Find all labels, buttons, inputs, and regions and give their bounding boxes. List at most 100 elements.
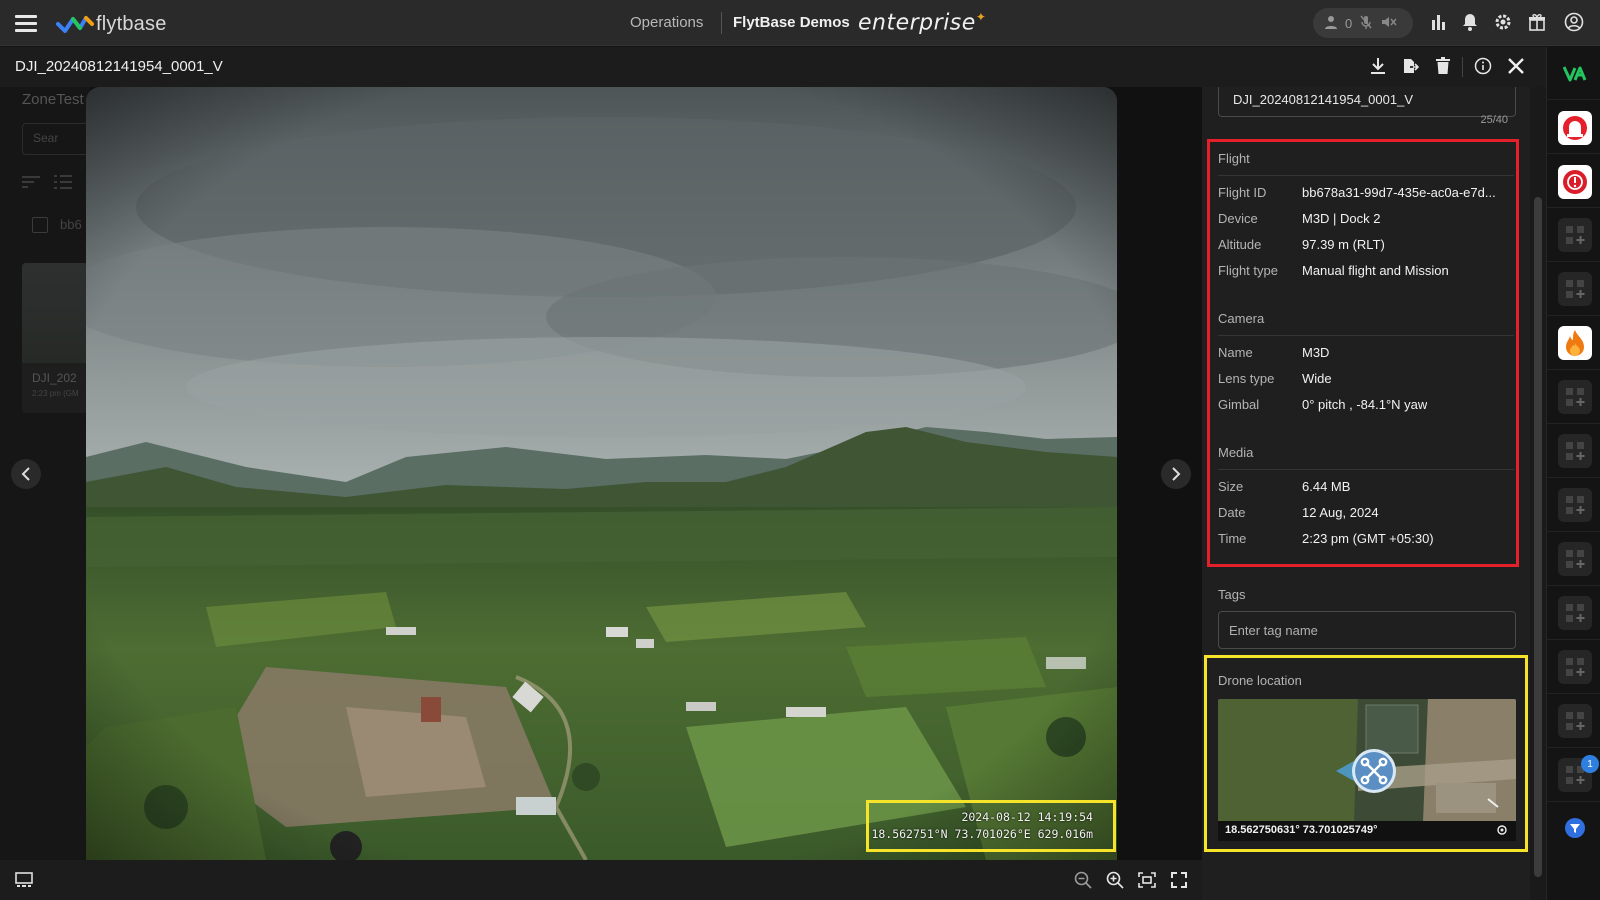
drone-location-coordinates: 18.562750631° 73.701025749° <box>1218 821 1516 841</box>
section-divider <box>1218 335 1514 336</box>
flytbase-logo[interactable]: flytbase <box>56 12 167 36</box>
add-widget-icon[interactable] <box>1558 488 1592 522</box>
audio-status-pill[interactable]: 0 <box>1313 8 1413 38</box>
nav-operations-link[interactable]: Operations <box>630 14 703 31</box>
add-widget-icon[interactable] <box>1558 380 1592 414</box>
account-icon[interactable] <box>1563 11 1585 33</box>
gift-icon[interactable] <box>1526 11 1548 33</box>
altitude-label: Altitude <box>1218 237 1262 252</box>
fit-screen-icon[interactable] <box>1137 870 1157 890</box>
analytics-icon[interactable] <box>1428 11 1450 33</box>
lens-type-value: Wide <box>1302 371 1332 386</box>
overlay-timestamp: 2024-08-12 14:19:54 <box>961 810 1093 824</box>
edition-label: enterprise✦ <box>858 10 987 36</box>
background-row-text: bb6 <box>60 217 82 232</box>
name-char-count: 25/40 <box>1480 114 1508 126</box>
gear-icon[interactable] <box>1492 11 1514 33</box>
add-widget-icon[interactable] <box>1558 218 1592 252</box>
scrollbar-thumb[interactable] <box>1534 197 1542 877</box>
background-search-field: Sear <box>22 123 92 155</box>
fullscreen-icon[interactable] <box>1169 870 1189 890</box>
user-count: 0 <box>1345 15 1353 31</box>
background-card-title: DJI_202 <box>32 371 77 385</box>
altitude-value: 97.39 m (RLT) <box>1302 237 1385 252</box>
speaker-off-icon[interactable] <box>1380 14 1398 33</box>
info-icon[interactable] <box>1472 55 1494 77</box>
filter-icon[interactable] <box>1558 811 1592 845</box>
device-value: M3D | Dock 2 <box>1302 211 1381 226</box>
logo-text: flytbase <box>96 12 167 35</box>
camera-name-value: M3D <box>1302 345 1330 360</box>
add-widget-icon[interactable] <box>1558 542 1592 576</box>
right-widget-rail: 1 <box>1546 47 1600 900</box>
gimbal-value: 0° pitch , -84.1°N yaw <box>1302 397 1428 412</box>
background-card-subtitle: 2:23 pm (GM <box>32 389 79 398</box>
next-media-button[interactable] <box>1161 459 1191 489</box>
select-checkbox <box>32 217 48 233</box>
alert-badge-icon[interactable] <box>1558 165 1592 199</box>
notification-badge: 1 <box>1581 755 1599 773</box>
size-value: 6.44 MB <box>1302 479 1351 494</box>
date-value: 12 Aug, 2024 <box>1302 505 1379 520</box>
date-label: Date <box>1218 505 1246 520</box>
background-search-text: Sear <box>33 131 59 145</box>
lens-type-label: Lens type <box>1218 371 1275 386</box>
photo-overlay-highlight: 2024-08-12 14:19:54 18.562751°N 73.70102… <box>866 800 1116 852</box>
device-label: Device <box>1218 211 1258 226</box>
logo-mark-icon <box>56 16 94 33</box>
sort-icon <box>22 175 42 189</box>
edition-text: enterprise <box>858 10 976 36</box>
drone-location-map[interactable] <box>1218 699 1516 823</box>
previous-media-button[interactable] <box>11 459 41 489</box>
close-icon[interactable] <box>1505 55 1527 77</box>
tags-label: Tags <box>1218 587 1246 602</box>
tag-input[interactable] <box>1218 611 1516 649</box>
add-widget-icon[interactable] <box>1558 650 1592 684</box>
locate-icon[interactable] <box>1496 824 1508 839</box>
camera-section-title: Camera <box>1218 311 1265 326</box>
mic-off-icon[interactable] <box>1358 14 1374 33</box>
flight-section-title: Flight <box>1218 151 1250 166</box>
file-title: DJI_20240812141954_0001_V <box>15 58 223 75</box>
menu-icon[interactable] <box>15 15 37 32</box>
add-widget-icon[interactable] <box>1558 704 1592 738</box>
camera-name-label: Name <box>1218 345 1253 360</box>
add-widget-icon[interactable] <box>1558 434 1592 468</box>
drone-photo <box>86 87 1117 860</box>
gimbal-label: Gimbal <box>1218 397 1260 412</box>
siren-icon[interactable] <box>1558 111 1592 145</box>
organization-name[interactable]: FlytBase Demos <box>733 14 850 31</box>
bell-icon[interactable] <box>1459 11 1481 33</box>
time-label: Time <box>1218 531 1247 546</box>
overlay-coordinates: 18.562751°N 73.701026°E 629.016m <box>871 827 1093 841</box>
gallery-toggle-icon[interactable] <box>14 870 34 890</box>
time-value: 2:23 pm (GMT +05:30) <box>1302 531 1434 546</box>
background-zone-label: ZoneTest <box>22 91 84 108</box>
zoom-in-icon[interactable] <box>1105 870 1125 890</box>
flight-id-value: bb678a31-99d7-435e-ac0a-e7d... <box>1302 185 1496 200</box>
download-icon[interactable] <box>1367 55 1389 77</box>
metadata-highlight <box>1207 139 1519 567</box>
flight-type-value: Manual flight and Mission <box>1302 263 1449 278</box>
fire-icon[interactable] <box>1558 326 1592 360</box>
drone-location-label: Drone location <box>1218 673 1302 688</box>
flight-id-label: Flight ID <box>1218 185 1267 200</box>
panel-scrollbar[interactable] <box>1530 87 1546 900</box>
add-widget-icon[interactable] <box>1558 596 1592 630</box>
nav-divider <box>721 12 722 34</box>
delete-icon[interactable] <box>1432 55 1454 77</box>
user-icon <box>1323 14 1339 33</box>
list-view-icon <box>54 175 74 189</box>
va-logo-icon[interactable] <box>1558 57 1592 91</box>
media-name-field[interactable]: DJI_20240812141954_0001_V <box>1218 87 1516 117</box>
media-details-panel: DJI_20240812141954_0001_V 25/40 Flight F… <box>1202 87 1546 900</box>
export-icon[interactable] <box>1399 55 1421 77</box>
flight-type-label: Flight type <box>1218 263 1278 278</box>
drone-coords-text: 18.562750631° 73.701025749° <box>1225 824 1378 836</box>
top-navigation-bar: flytbase Operations FlytBase Demos enter… <box>0 0 1600 46</box>
add-widget-icon[interactable] <box>1558 272 1592 306</box>
zoom-out-icon[interactable] <box>1073 870 1093 890</box>
background-media-card: DJI_202 2:23 pm (GM <box>22 263 88 413</box>
toolbar-divider <box>1462 57 1463 77</box>
media-viewer-header: DJI_20240812141954_0001_V <box>0 47 1546 87</box>
